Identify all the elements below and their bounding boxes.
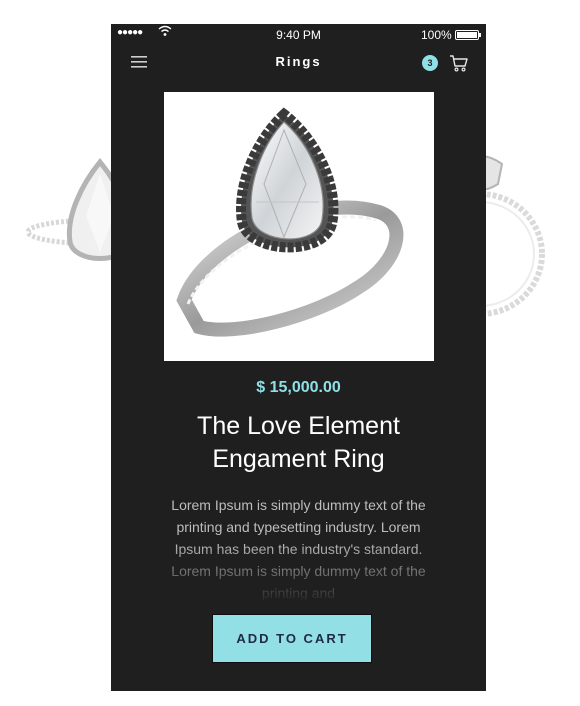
product-name: The Love Element Engament Ring — [197, 412, 400, 473]
add-to-cart-button[interactable]: ADD TO CART — [212, 614, 372, 663]
status-bar: ●●●●● 9:40 PM 100% — [111, 24, 486, 44]
cart-icon[interactable] — [449, 53, 469, 73]
battery-percentage: 100% — [421, 28, 452, 42]
navigation-bar: Rings 3 — [111, 50, 486, 76]
phone-screen: ●●●●● 9:40 PM 100% Rings 3 $ 15,000.00 T… — [111, 24, 486, 691]
product-price: $ 15,000.00 — [256, 379, 341, 396]
battery-icon — [455, 30, 481, 40]
product-description: Lorem Ipsum is simply dummy text of the … — [171, 497, 426, 600]
ring-image — [176, 107, 404, 337]
cart-count-badge[interactable]: 3 — [422, 55, 438, 71]
product-image[interactable] — [164, 92, 434, 361]
